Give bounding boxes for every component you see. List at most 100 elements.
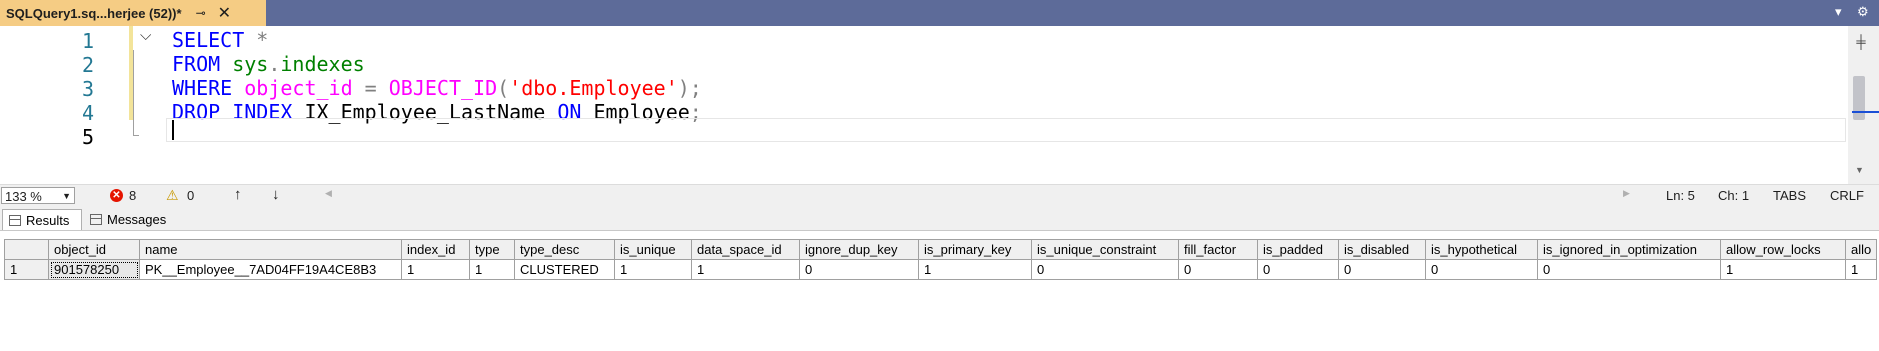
column-header-is-hypothetical[interactable]: is_hypothetical	[1425, 239, 1538, 260]
query-tab[interactable]: SQLQuery1.sq...herjee (52))* ⊸ ✕	[0, 0, 266, 26]
column-header-is-padded[interactable]: is_padded	[1257, 239, 1339, 260]
warning-icon[interactable]: ⚠	[166, 187, 179, 204]
table-cell[interactable]: 0	[1031, 259, 1179, 280]
tab-results[interactable]: Results	[2, 209, 82, 230]
tab-messages-label: Messages	[107, 212, 167, 227]
code-token: object_id	[244, 76, 353, 100]
line-number: 2	[81, 53, 94, 77]
column-header-object-id[interactable]: object_id	[48, 239, 140, 260]
table-cell[interactable]: 0	[1425, 259, 1538, 280]
code-token: FROM	[172, 52, 233, 76]
column-header-index-id[interactable]: index_id	[401, 239, 470, 260]
arrow-down-icon[interactable]: ↓	[272, 186, 280, 203]
line-number: 3	[81, 77, 94, 101]
zoom-value: 133 %	[5, 189, 42, 204]
messages-icon	[90, 214, 102, 225]
scrollbar-thumb[interactable]	[1853, 76, 1865, 120]
code-line-3: WHERE object_id = OBJECT_ID('dbo.Employe…	[172, 76, 702, 100]
column-header-ignore-dup-key[interactable]: ignore_dup_key	[799, 239, 919, 260]
editor-status-bar: 133 % ▼ ✕ 8 ⚠ 0 ↑ ↓ ◀ ▶ Ln: 5 Ch: 1 TABS …	[0, 184, 1879, 207]
tab-messages[interactable]: Messages	[84, 209, 180, 230]
table-cell[interactable]: CLUSTERED	[514, 259, 615, 280]
column-header-type[interactable]: type	[469, 239, 515, 260]
table-cell[interactable]: 901578250	[48, 259, 140, 280]
gear-icon[interactable]: ⚙	[1857, 4, 1869, 20]
error-icon[interactable]: ✕	[110, 189, 123, 202]
column-header-is-primary-key[interactable]: is_primary_key	[918, 239, 1032, 260]
results-grid[interactable]: object_id name index_id type type_desc is_uni…	[4, 239, 1878, 280]
arrow-up-icon[interactable]: ↑	[234, 186, 242, 203]
query-tab-title: SQLQuery1.sq...herjee (52))*	[6, 5, 182, 21]
table-cell[interactable]: 1	[1720, 259, 1846, 280]
column-header-fill-factor[interactable]: fill_factor	[1178, 239, 1258, 260]
column-header-is-disabled[interactable]: is_disabled	[1338, 239, 1426, 260]
zoom-select[interactable]: 133 % ▼	[1, 187, 75, 204]
code-token: indexes	[280, 52, 365, 76]
table-cell[interactable]: 0	[799, 259, 919, 280]
warning-count[interactable]: 0	[187, 188, 194, 203]
table-cell[interactable]: 1	[469, 259, 515, 280]
scroll-left-arrow-icon[interactable]: ◀	[325, 188, 332, 199]
line-indicator: Ln: 5	[1666, 188, 1695, 203]
code-token: SELECT	[172, 28, 257, 52]
table-cell[interactable]: PK__Employee__7AD04FF19A4CE8B3	[139, 259, 402, 280]
chevron-down-icon: ▼	[62, 191, 71, 201]
line-ending-indicator[interactable]: CRLF	[1830, 188, 1864, 203]
row-number-cell[interactable]: 1	[4, 259, 49, 280]
grid-header-row: object_id name index_id type type_desc is_uni…	[4, 239, 1878, 260]
code-token: *	[256, 28, 269, 52]
code-line-2: FROM sys.indexes	[172, 52, 365, 76]
collapse-icon[interactable]: ⌵	[140, 27, 151, 44]
code-token: WHERE	[172, 76, 245, 100]
error-count[interactable]: 8	[129, 188, 136, 203]
table-cell[interactable]: 1	[691, 259, 800, 280]
table-cell[interactable]: 1	[1844, 259, 1878, 280]
table-cell[interactable]: 1	[918, 259, 1032, 280]
column-header-name[interactable]: name	[139, 239, 402, 260]
code-token: 'dbo.Employee'	[509, 76, 678, 100]
code-token: =	[352, 76, 389, 100]
column-header-type-desc[interactable]: type_desc	[514, 239, 615, 260]
tab-results-label: Results	[26, 212, 70, 228]
line-number: 5	[81, 125, 94, 149]
table-cell[interactable]: 1	[401, 259, 470, 280]
column-header-is-unique[interactable]: is_unique	[614, 239, 692, 260]
code-token: OBJECT_ID	[388, 76, 498, 100]
grid-body: 1 901578250 PK__Employee__7AD04FF19A4CE8B3…	[4, 259, 1878, 280]
table-row[interactable]: 1 901578250 PK__Employee__7AD04FF19A4CE8B3…	[4, 259, 1878, 280]
tab-list-dropdown-icon[interactable]: ▾	[1835, 4, 1842, 20]
outline-guide	[133, 50, 134, 136]
column-header-allow-row-locks[interactable]: allow_row_locks	[1720, 239, 1846, 260]
scroll-down-arrow-icon[interactable]: ▼	[1855, 165, 1864, 175]
document-tab-bar: SQLQuery1.sq...herjee (52))* ⊸ ✕ ▾ ⚙	[0, 0, 1879, 26]
code-token: );	[677, 76, 702, 100]
close-icon[interactable]: ✕	[218, 3, 231, 23]
table-cell[interactable]: 1	[614, 259, 692, 280]
results-tab-strip: Results Messages	[0, 206, 1879, 230]
pin-icon[interactable]: ⊸	[196, 6, 206, 20]
table-cell[interactable]: 0	[1178, 259, 1258, 280]
tabs-indicator[interactable]: TABS	[1773, 188, 1806, 203]
table-cell[interactable]: 0	[1338, 259, 1426, 280]
split-window-icon[interactable]: ╪	[1853, 34, 1869, 49]
line-number: 4	[81, 101, 94, 125]
scroll-right-arrow-icon[interactable]: ▶	[1623, 188, 1630, 199]
sql-editor[interactable]: 1 2 3 4 5 ⌵ SELECT * FROM sys.indexes WH…	[0, 26, 1879, 184]
text-caret	[172, 120, 174, 140]
table-cell[interactable]: 0	[1257, 259, 1339, 280]
table-cell[interactable]: 0	[1537, 259, 1721, 280]
line-number: 1	[81, 29, 94, 53]
column-header-data-space-id[interactable]: data_space_id	[691, 239, 800, 260]
results-grid-area[interactable]: object_id name index_id type type_desc is_uni…	[0, 230, 1879, 351]
outline-guide-end	[133, 135, 139, 136]
grid-corner-cell[interactable]	[4, 239, 49, 260]
column-indicator: Ch: 1	[1718, 188, 1750, 203]
code-line-1: SELECT *	[172, 28, 268, 52]
code-token: sys	[232, 52, 269, 76]
code-token: (	[497, 76, 510, 100]
grid-icon	[9, 214, 21, 226]
column-header-allo[interactable]: allo	[1844, 239, 1878, 260]
column-header-is-ignored-in-optimization[interactable]: is_ignored_in_optimization	[1537, 239, 1721, 260]
column-header-is-unique-constraint[interactable]: is_unique_constraint	[1031, 239, 1179, 260]
code-token: .	[268, 52, 281, 76]
